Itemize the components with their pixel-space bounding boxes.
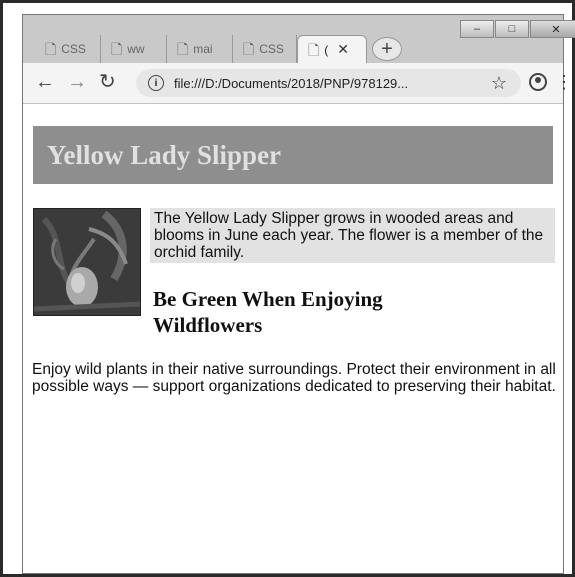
menu-icon[interactable]: ⋮ — [555, 71, 573, 93]
tab-close-icon[interactable]: ✕ — [337, 41, 349, 58]
tab-label: ww — [127, 42, 145, 56]
address-bar[interactable]: i file:///D:/Documents/2018/PNP/978129..… — [136, 69, 521, 97]
window-controls: – □ ✕ — [460, 20, 575, 38]
section-heading: Be Green When Enjoying Wildflowers — [153, 287, 383, 337]
flower-photo — [33, 208, 141, 316]
tab-label: ( — [324, 42, 329, 57]
body-paragraph: Enjoy wild plants in their native surrou… — [32, 361, 556, 395]
back-arrow-icon[interactable]: ← — [35, 71, 55, 93]
close-window-button[interactable]: ✕ — [530, 20, 575, 38]
page-icon: 🗋 — [243, 41, 255, 57]
page-icon: 🗋 — [177, 41, 189, 57]
page-title: Yellow Lady Slipper — [47, 139, 282, 170]
bookmark-star-icon[interactable]: ☆ — [491, 73, 507, 94]
tab-4[interactable]: 🗋 CSS — [233, 35, 297, 63]
info-icon[interactable]: i — [148, 75, 164, 91]
orchid-image — [34, 209, 140, 315]
minimize-button[interactable]: – — [460, 20, 494, 38]
tab-label: CSS — [259, 42, 284, 56]
tab-2[interactable]: 🗋 ww — [101, 35, 167, 63]
new-tab-button[interactable]: + — [372, 37, 402, 61]
page-icon: 🗋 — [308, 41, 320, 58]
page-banner: Yellow Lady Slipper — [33, 126, 553, 184]
tab-label: mai — [193, 42, 213, 56]
tab-active[interactable]: 🗋 ( ✕ — [297, 35, 367, 63]
tab-3[interactable]: 🗋 mai — [167, 35, 233, 63]
reload-icon[interactable]: ↻ — [99, 71, 116, 93]
tab-label: CSS — [61, 42, 86, 56]
intro-paragraph: The Yellow Lady Slipper grows in wooded … — [150, 208, 555, 263]
page-icon: 🗋 — [45, 41, 57, 57]
tab-1[interactable]: 🗋 CSS — [35, 35, 101, 63]
browser-toolbar: ← → ↻ i file:///D:/Documents/2018/PNP/97… — [23, 63, 573, 104]
page-content: Yellow Lady Slipper The Yellow Lady Slip… — [23, 104, 563, 573]
title-bar: 🗋 CSS 🗋 ww 🗋 mai 🗋 CSS 🗋 ( ✕ + – □ ✕ — [23, 15, 575, 64]
maximize-button[interactable]: □ — [495, 20, 529, 38]
url-text: file:///D:/Documents/2018/PNP/978129... — [174, 75, 409, 91]
forward-arrow-icon[interactable]: → — [67, 71, 87, 93]
browser-window: 🗋 CSS 🗋 ww 🗋 mai 🗋 CSS 🗋 ( ✕ + – □ ✕ ← → — [22, 14, 575, 574]
page-icon: 🗋 — [111, 41, 123, 57]
profile-icon[interactable] — [529, 73, 547, 91]
